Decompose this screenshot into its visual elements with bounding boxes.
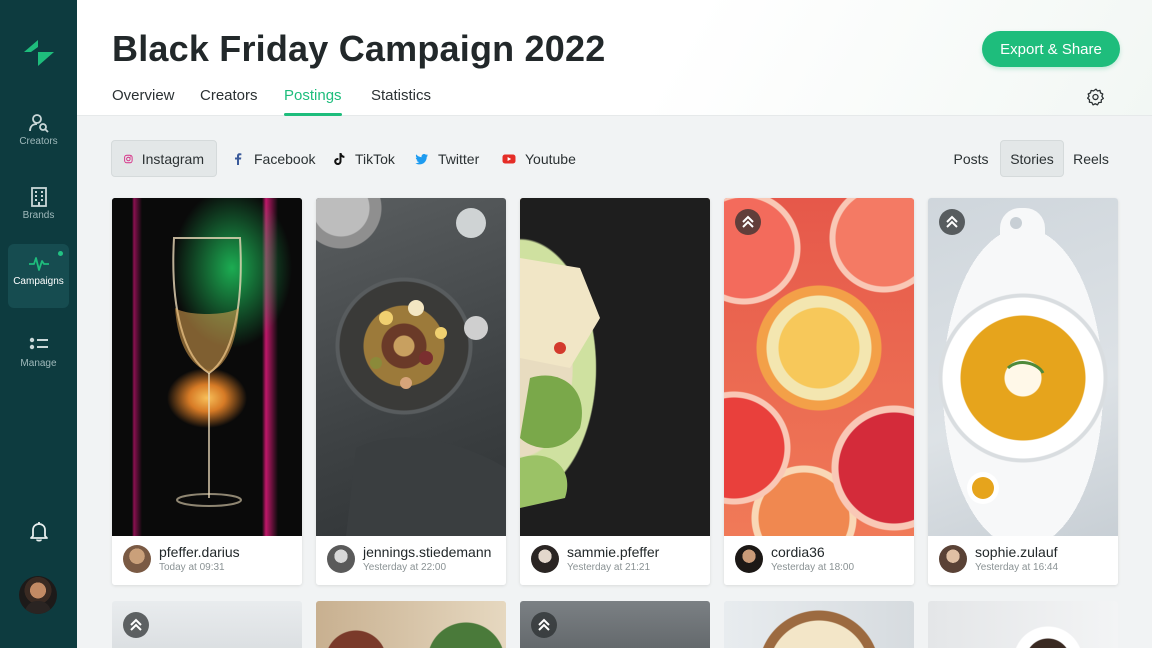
story-card[interactable]: jennings.stiedemann Yesterday at 22:00	[316, 198, 506, 585]
story-card[interactable]: cordia36 Yesterday at 18:00	[724, 198, 914, 585]
creator-username[interactable]: jennings.stiedemann	[363, 544, 491, 560]
double-chevron-up-icon	[130, 618, 142, 631]
post-timestamp: Yesterday at 22:00	[363, 562, 447, 573]
type-posts[interactable]: Posts	[946, 140, 996, 177]
youtube-icon	[502, 154, 516, 163]
post-timestamp: Yesterday at 16:44	[975, 562, 1059, 573]
double-chevron-up-icon	[742, 215, 754, 228]
story-image[interactable]	[112, 198, 302, 536]
platform-facebook[interactable]: Facebook	[231, 140, 315, 177]
active-tab-indicator	[284, 113, 342, 116]
creator-username[interactable]: pfeffer.darius	[159, 544, 240, 560]
creator-avatar	[939, 545, 967, 573]
type-reels[interactable]: Reels	[1068, 140, 1114, 177]
bell-icon[interactable]	[28, 520, 50, 542]
tab-overview[interactable]: Overview	[112, 87, 175, 104]
boost-badge[interactable]	[939, 209, 965, 235]
food-platter-graphic	[346, 208, 506, 536]
creator-avatar	[123, 545, 151, 573]
creator-username[interactable]: cordia36	[771, 544, 825, 560]
pulse-icon	[29, 257, 49, 271]
creator-avatar	[327, 545, 355, 573]
story-card[interactable]	[928, 601, 1118, 648]
building-icon	[31, 187, 47, 207]
active-indicator-dot	[58, 251, 63, 256]
double-chevron-up-icon	[538, 618, 550, 631]
creator-avatar	[531, 545, 559, 573]
story-card[interactable]	[316, 601, 506, 648]
post-timestamp: Yesterday at 18:00	[771, 562, 855, 573]
page-title: Black Friday Campaign 2022	[112, 28, 606, 69]
sidebar-item-campaigns[interactable]: Campaigns	[8, 244, 69, 308]
story-card[interactable]: sophie.zulauf Yesterday at 16:44	[928, 198, 1118, 585]
sidebar-item-creators[interactable]: Creators	[8, 104, 69, 168]
boost-badge[interactable]	[531, 612, 557, 638]
user-avatar[interactable]	[19, 576, 57, 614]
post-timestamp: Today at 09:31	[159, 562, 225, 573]
facebook-icon	[235, 152, 242, 165]
story-image[interactable]	[928, 198, 1118, 536]
sidebar: Creators Brands Campaigns Manage	[0, 0, 77, 648]
story-image[interactable]	[724, 198, 914, 536]
type-stories[interactable]: Stories	[1000, 140, 1064, 177]
story-image[interactable]	[316, 198, 506, 536]
platform-twitter[interactable]: Twitter	[415, 140, 479, 177]
double-chevron-up-icon	[946, 215, 958, 228]
platform-label: Twitter	[438, 150, 480, 167]
story-card[interactable]: sammie.pfeffer Yesterday at 21:21	[520, 198, 710, 585]
creator-username[interactable]: sophie.zulauf	[975, 544, 1058, 560]
wine-glass-graphic	[172, 237, 242, 507]
export-share-button[interactable]: Export & Share	[982, 31, 1120, 67]
sidebar-item-manage[interactable]: Manage	[8, 326, 69, 390]
platform-label: Youtube	[525, 150, 576, 167]
creator-username[interactable]: sammie.pfeffer	[567, 544, 659, 560]
tiktok-icon	[334, 152, 345, 165]
story-card[interactable]	[112, 601, 302, 648]
sidebar-item-label: Campaigns	[13, 276, 64, 287]
instagram-icon	[124, 154, 133, 163]
post-timestamp: Yesterday at 21:21	[567, 562, 651, 573]
tab-postings[interactable]: Postings	[284, 87, 342, 104]
sidebar-item-brands[interactable]: Brands	[8, 178, 69, 242]
platform-label: Instagram	[141, 150, 204, 167]
creator-avatar	[735, 545, 763, 573]
platform-youtube[interactable]: Youtube	[502, 140, 576, 177]
soup-graphic	[967, 208, 1045, 504]
platform-tiktok[interactable]: TikTok	[332, 140, 395, 177]
tab-statistics[interactable]: Statistics	[371, 87, 431, 104]
sidebar-item-label: Creators	[19, 136, 58, 147]
list-icon	[29, 337, 48, 350]
sidebar-item-label: Brands	[22, 210, 55, 221]
story-card[interactable]	[724, 601, 914, 648]
platform-label: TikTok	[355, 150, 395, 167]
boost-badge[interactable]	[735, 209, 761, 235]
platform-label: Facebook	[254, 150, 316, 167]
platform-instagram[interactable]: Instagram	[111, 140, 217, 177]
story-card[interactable]: pfeffer.darius Today at 09:31	[112, 198, 302, 585]
gear-icon[interactable]	[1087, 88, 1105, 106]
creators-icon	[29, 114, 49, 133]
salad-graphic	[520, 258, 600, 508]
app-logo[interactable]	[22, 38, 56, 68]
page-header: Black Friday Campaign 2022 Export & Shar…	[77, 0, 1152, 116]
boost-badge[interactable]	[123, 612, 149, 638]
story-image[interactable]	[520, 198, 710, 536]
twitter-icon	[415, 153, 428, 164]
tab-creators[interactable]: Creators	[200, 87, 258, 104]
story-card[interactable]	[520, 601, 710, 648]
sidebar-item-label: Manage	[20, 358, 57, 369]
